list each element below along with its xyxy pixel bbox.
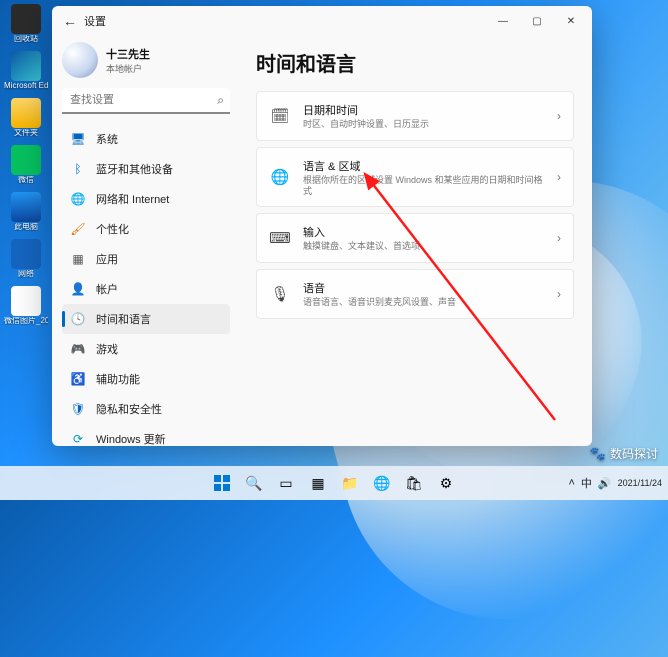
task-view-icon[interactable]: ▭ bbox=[272, 469, 300, 497]
nav-icon: ▦ bbox=[70, 251, 86, 267]
maximize-button[interactable]: ▢ bbox=[520, 6, 554, 36]
page-title: 时间和语言 bbox=[256, 48, 574, 77]
nav-item-6[interactable]: 🕓 时间和语言 bbox=[62, 304, 230, 334]
nav-label: 网络和 Internet bbox=[96, 191, 169, 207]
close-button[interactable]: ✕ bbox=[554, 6, 588, 36]
card-subtitle: 语音语言、语音识别麦克风设置、声音 bbox=[303, 297, 545, 308]
volume-icon[interactable]: 🔊 bbox=[598, 477, 612, 490]
desktop-icon-folder[interactable]: 文件夹 bbox=[4, 98, 48, 137]
settings-taskbar-icon[interactable]: ⚙ bbox=[432, 469, 460, 497]
card-title: 日期和时间 bbox=[303, 102, 545, 118]
card-icon: 🎙 bbox=[269, 283, 291, 305]
nav-label: 个性化 bbox=[96, 221, 129, 237]
widgets-icon[interactable]: ▦ bbox=[304, 469, 332, 497]
edge-taskbar-icon[interactable]: 🌐 bbox=[368, 469, 396, 497]
nav-label: 应用 bbox=[96, 251, 118, 267]
nav-label: 系统 bbox=[96, 131, 118, 147]
nav-label: 游戏 bbox=[96, 341, 118, 357]
card-icon: 🌐 bbox=[269, 166, 291, 188]
nav-icon: 🕓 bbox=[70, 311, 86, 327]
taskbar: 🔍 ▭ ▦ 📁 🌐 🛍 ⚙ ˄ 中 🔊 2021/11/24 bbox=[0, 466, 668, 500]
nav-icon: 🛡 bbox=[70, 401, 86, 417]
nav-label: Windows 更新 bbox=[96, 431, 166, 446]
card-icon: ⌨ bbox=[269, 227, 291, 249]
start-button[interactable] bbox=[208, 469, 236, 497]
nav-icon: 🎮 bbox=[70, 341, 86, 357]
nav-item-1[interactable]: ᛒ 蓝牙和其他设备 bbox=[62, 154, 230, 184]
desktop-icon-image[interactable]: 微信图片_2021091... bbox=[4, 286, 48, 325]
watermark: 🐾数码探讨 bbox=[590, 445, 658, 462]
settings-window: ← 设置 ― ▢ ✕ 十三先生 本地帐户 ⌕ 🖥 系统 ᛒ 蓝牙和其他设备 🌐 网络和 I… bbox=[52, 6, 592, 446]
sidebar: 十三先生 本地帐户 ⌕ 🖥 系统 ᛒ 蓝牙和其他设备 🌐 网络和 Internet 🖌 个性化… bbox=[52, 36, 240, 446]
nav-item-10[interactable]: ⟳ Windows 更新 bbox=[62, 424, 230, 446]
nav-icon: 👤 bbox=[70, 281, 86, 297]
card-subtitle: 根据你所在的区域设置 Windows 和某些应用的日期和时间格式 bbox=[303, 175, 545, 197]
nav-item-9[interactable]: 🛡 隐私和安全性 bbox=[62, 394, 230, 424]
nav-icon: ⟳ bbox=[70, 431, 86, 446]
system-tray[interactable]: ˄ 中 🔊 2021/11/24 bbox=[568, 475, 662, 491]
titlebar: ← 设置 ― ▢ ✕ bbox=[52, 6, 592, 36]
nav-item-2[interactable]: 🌐 网络和 Internet bbox=[62, 184, 230, 214]
chevron-right-icon: › bbox=[557, 287, 561, 301]
card-icon: 🗓 bbox=[269, 105, 291, 127]
nav-icon: ᛒ bbox=[70, 161, 86, 177]
nav-item-4[interactable]: ▦ 应用 bbox=[62, 244, 230, 274]
card-subtitle: 触摸键盘、文本建议、首选项 bbox=[303, 241, 545, 252]
nav-item-7[interactable]: 🎮 游戏 bbox=[62, 334, 230, 364]
chevron-right-icon: › bbox=[557, 109, 561, 123]
card-title: 语音 bbox=[303, 280, 545, 296]
user-profile[interactable]: 十三先生 本地帐户 bbox=[62, 42, 230, 78]
search-input[interactable] bbox=[62, 88, 230, 114]
nav-item-5[interactable]: 👤 帐户 bbox=[62, 274, 230, 304]
nav-list: 🖥 系统 ᛒ 蓝牙和其他设备 🌐 网络和 Internet 🖌 个性化 ▦ 应用 👤 帐户 🕓 时间和语言… bbox=[62, 124, 230, 446]
desktop-icon-wechat[interactable]: 微信 bbox=[4, 145, 48, 184]
desktop-icon-this-pc[interactable]: 此电脑 bbox=[4, 192, 48, 231]
nav-icon: ♿ bbox=[70, 371, 86, 387]
explorer-icon[interactable]: 📁 bbox=[336, 469, 364, 497]
avatar bbox=[62, 42, 98, 78]
nav-item-8[interactable]: ♿ 辅助功能 bbox=[62, 364, 230, 394]
chevron-right-icon: › bbox=[557, 231, 561, 245]
nav-label: 帐户 bbox=[96, 281, 118, 297]
nav-icon: 🖌 bbox=[70, 221, 86, 237]
settings-card-0[interactable]: 🗓 日期和时间时区、自动时钟设置、日历显示 › bbox=[256, 91, 574, 141]
card-title: 输入 bbox=[303, 224, 545, 240]
taskbar-date[interactable]: 2021/11/24 bbox=[618, 478, 662, 488]
ime-icon[interactable]: 中 bbox=[581, 475, 592, 491]
nav-icon: 🌐 bbox=[70, 191, 86, 207]
user-account-type: 本地帐户 bbox=[106, 62, 150, 75]
desktop-icon-network[interactable]: 网络 bbox=[4, 239, 48, 278]
nav-icon: 🖥 bbox=[70, 131, 86, 147]
tray-chevron-icon[interactable]: ˄ bbox=[568, 477, 574, 489]
nav-label: 隐私和安全性 bbox=[96, 401, 162, 417]
settings-card-2[interactable]: ⌨ 输入触摸键盘、文本建议、首选项 › bbox=[256, 213, 574, 263]
desktop-icon-edge[interactable]: Microsoft Edge bbox=[4, 51, 48, 90]
user-name: 十三先生 bbox=[106, 46, 150, 62]
minimize-button[interactable]: ― bbox=[486, 6, 520, 36]
nav-label: 蓝牙和其他设备 bbox=[96, 161, 173, 177]
main-panel: 时间和语言 🗓 日期和时间时区、自动时钟设置、日历显示 › 🌐 语言 & 区域根据你所在… bbox=[240, 36, 592, 446]
settings-card-3[interactable]: 🎙 语音语音语言、语音识别麦克风设置、声音 › bbox=[256, 269, 574, 319]
window-title: 设置 bbox=[84, 13, 106, 29]
nav-item-0[interactable]: 🖥 系统 bbox=[62, 124, 230, 154]
nav-item-3[interactable]: 🖌 个性化 bbox=[62, 214, 230, 244]
taskbar-search-icon[interactable]: 🔍 bbox=[240, 469, 268, 497]
chevron-right-icon: › bbox=[557, 170, 561, 184]
store-icon[interactable]: 🛍 bbox=[400, 469, 428, 497]
settings-card-1[interactable]: 🌐 语言 & 区域根据你所在的区域设置 Windows 和某些应用的日期和时间格式… bbox=[256, 147, 574, 208]
card-subtitle: 时区、自动时钟设置、日历显示 bbox=[303, 119, 545, 130]
card-title: 语言 & 区域 bbox=[303, 158, 545, 174]
desktop-icons: 回收站 Microsoft Edge 文件夹 微信 此电脑 网络 微信图片_20… bbox=[4, 4, 48, 325]
nav-label: 辅助功能 bbox=[96, 371, 140, 387]
back-button[interactable]: ← bbox=[56, 13, 84, 29]
search-icon: ⌕ bbox=[217, 93, 224, 108]
nav-label: 时间和语言 bbox=[96, 311, 151, 327]
desktop-icon-recycle-bin[interactable]: 回收站 bbox=[4, 4, 48, 43]
